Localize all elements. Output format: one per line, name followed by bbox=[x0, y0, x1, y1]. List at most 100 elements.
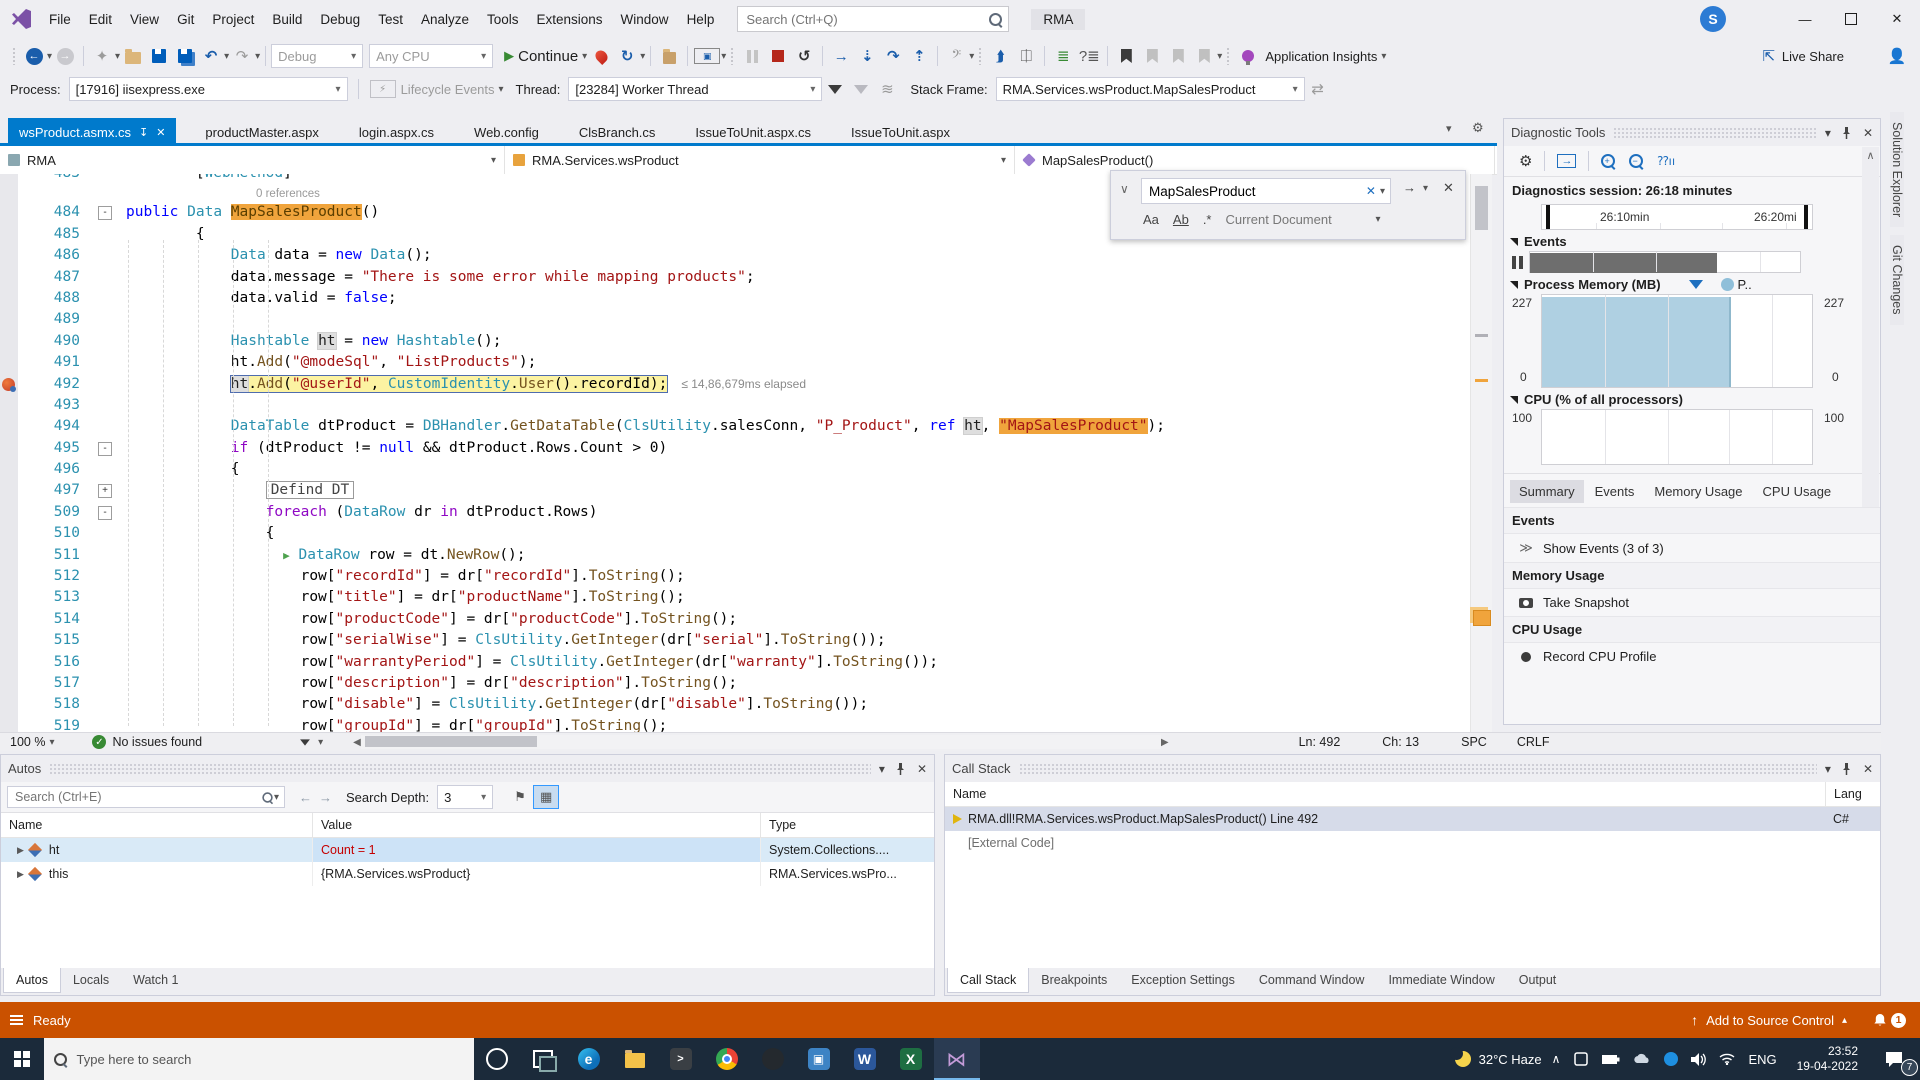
background-tasks-icon[interactable] bbox=[10, 1013, 23, 1027]
regex-toggle[interactable]: .* bbox=[1203, 212, 1212, 227]
fold-margin[interactable] bbox=[90, 630, 126, 651]
tab-ClsBranch.cs[interactable]: ClsBranch.cs bbox=[568, 118, 667, 146]
breakpoint-margin[interactable] bbox=[0, 202, 18, 223]
rotation-lock-icon[interactable] bbox=[1573, 1052, 1589, 1066]
live-share-icon[interactable]: ⇱ bbox=[1757, 43, 1781, 69]
file-explorer-icon[interactable] bbox=[612, 1038, 658, 1080]
code-line[interactable]: 495- if (dtProduct != null && dtProduct.… bbox=[0, 438, 1470, 459]
frame-name-cell[interactable]: [External Code] bbox=[945, 831, 1825, 855]
breakpoint-margin[interactable] bbox=[0, 609, 18, 630]
open-file-icon[interactable] bbox=[121, 43, 145, 69]
tab-wsProduct.asmx.cs[interactable]: wsProduct.asmx.cs↧✕ bbox=[8, 118, 176, 146]
callstack-row[interactable]: [External Code] bbox=[945, 831, 1880, 855]
minimize-button[interactable]: — bbox=[1782, 0, 1828, 38]
suspend-threads-icon[interactable]: ≋ bbox=[875, 76, 899, 102]
breakpoint-margin[interactable] bbox=[0, 245, 18, 266]
find-scope-dropdown[interactable]: Current Document bbox=[1225, 212, 1375, 227]
diagnostic-tools-titlebar[interactable]: Diagnostic Tools ▾ ✕ bbox=[1504, 119, 1880, 146]
breakpoint-margin[interactable] bbox=[0, 673, 18, 694]
clear-search-icon[interactable]: ✕ bbox=[1366, 184, 1376, 198]
collapsed-region[interactable]: Defind DT bbox=[266, 481, 355, 499]
stop-debugging-icon[interactable] bbox=[766, 43, 790, 69]
perf-tip[interactable]: ≤ 14,86,679ms elapsed bbox=[681, 377, 806, 391]
summary-action[interactable]: Take Snapshot bbox=[1504, 588, 1880, 616]
navigate-back-dropdown[interactable]: ▾ bbox=[47, 51, 52, 62]
editor-vertical-scrollbar[interactable] bbox=[1470, 174, 1492, 732]
autos-name-cell[interactable]: ▶this bbox=[1, 862, 313, 886]
fold-margin[interactable] bbox=[90, 523, 126, 544]
menu-file[interactable]: File bbox=[40, 12, 80, 27]
fold-margin[interactable] bbox=[90, 224, 126, 245]
timeline-ruler[interactable]: 26:10min 26:20mi bbox=[1541, 204, 1813, 230]
redo-icon[interactable]: ↷ bbox=[230, 43, 254, 69]
code-line[interactable]: 510 { bbox=[0, 523, 1470, 544]
continue-button[interactable]: ▶ Continue ▾ bbox=[504, 43, 587, 69]
menu-test[interactable]: Test bbox=[369, 12, 412, 27]
autos-row[interactable]: ▶this{RMA.Services.wsProduct}RMA.Service… bbox=[1, 862, 934, 886]
zoom-in-icon[interactable]: + bbox=[1601, 154, 1615, 168]
breakpoint-margin[interactable] bbox=[0, 545, 18, 566]
undo-dropdown[interactable]: ▾ bbox=[224, 51, 229, 62]
timeline-marker[interactable] bbox=[1804, 205, 1808, 229]
menu-extensions[interactable]: Extensions bbox=[528, 12, 612, 27]
fold-margin[interactable]: - bbox=[90, 502, 126, 523]
edge-icon[interactable]: e bbox=[566, 1038, 612, 1080]
breakpoint-margin[interactable] bbox=[0, 374, 18, 395]
fold-margin[interactable] bbox=[90, 184, 126, 202]
code-line[interactable]: 509- foreach (DataRow dr in dtProduct.Ro… bbox=[0, 502, 1470, 523]
immediate-window-icon[interactable]: ?≣ bbox=[1077, 43, 1101, 69]
code-line[interactable]: 515 row["serialWise"] = ClsUtility.GetIn… bbox=[0, 630, 1470, 651]
tab-productMaster.aspx[interactable]: productMaster.aspx bbox=[194, 118, 329, 146]
quick-search[interactable] bbox=[737, 6, 1009, 32]
word-icon[interactable]: W bbox=[842, 1038, 888, 1080]
breadcrumb-segment[interactable]: RMA.Services.wsProduct▾ bbox=[505, 146, 1015, 174]
collapse-icon[interactable]: - bbox=[98, 506, 112, 520]
frame-lang-cell[interactable]: C# bbox=[1825, 807, 1880, 831]
panel-tab-command-window[interactable]: Command Window bbox=[1247, 968, 1377, 992]
cpu-chart[interactable] bbox=[1541, 409, 1813, 465]
next-bookmark-icon[interactable] bbox=[1166, 43, 1190, 69]
break-all-icon[interactable] bbox=[740, 43, 764, 69]
solution-platform-dropdown[interactable]: Any CPU▾ bbox=[369, 44, 493, 68]
window-position-dropdown[interactable]: ▾ bbox=[1825, 126, 1831, 140]
close-icon[interactable]: ✕ bbox=[1863, 762, 1873, 776]
search-history-dropdown[interactable]: ▾ bbox=[1380, 186, 1385, 197]
maximize-button[interactable] bbox=[1828, 0, 1874, 38]
panel-tab-breakpoints[interactable]: Breakpoints bbox=[1029, 968, 1119, 992]
code-line[interactable]: 490 Hashtable ht = new Hashtable(); bbox=[0, 331, 1470, 352]
editor-zoom-dropdown[interactable]: 100 % bbox=[10, 735, 45, 749]
bookmark-icon[interactable] bbox=[1114, 43, 1138, 69]
panel-tab-exception-settings[interactable]: Exception Settings bbox=[1119, 968, 1247, 992]
autos-type-cell[interactable]: RMA.Services.wsPro... bbox=[761, 862, 934, 886]
diag-tab-events[interactable]: Events bbox=[1586, 480, 1644, 503]
onedrive-icon[interactable] bbox=[1633, 1053, 1651, 1065]
undo-icon[interactable]: ↶ bbox=[199, 43, 223, 69]
reset-view-icon[interactable]: ⁇ıı bbox=[1657, 154, 1675, 168]
find-expand-chevron-icon[interactable]: ∨ bbox=[1120, 182, 1129, 196]
code-line[interactable]: 494 DataTable dtProduct = DBHandler.GetD… bbox=[0, 416, 1470, 437]
output-window-icon[interactable]: ≣ bbox=[1051, 43, 1075, 69]
close-icon[interactable]: ✕ bbox=[1863, 126, 1873, 140]
diag-tab-memory-usage[interactable]: Memory Usage bbox=[1645, 480, 1751, 503]
find-input-box[interactable]: ✕ ▾ bbox=[1141, 178, 1391, 204]
fold-margin[interactable]: - bbox=[90, 438, 126, 459]
breakpoint-margin[interactable] bbox=[0, 523, 18, 544]
breakpoint-margin[interactable] bbox=[0, 587, 18, 608]
code-line[interactable]: 511 ▶ DataRow row = dt.NewRow(); bbox=[0, 545, 1470, 566]
scrollbar-thumb[interactable] bbox=[1475, 186, 1488, 230]
code-line[interactable]: 492 ht.Add("@userId", CustomIdentity.Use… bbox=[0, 374, 1470, 395]
excel-icon[interactable]: X bbox=[888, 1038, 934, 1080]
close-find-icon[interactable]: ✕ bbox=[1443, 180, 1454, 196]
autos-search-input[interactable] bbox=[13, 789, 261, 805]
panel-tab-autos[interactable]: Autos bbox=[3, 968, 61, 993]
fold-margin[interactable] bbox=[90, 459, 126, 480]
fold-margin[interactable] bbox=[90, 545, 126, 566]
fold-margin[interactable] bbox=[90, 673, 126, 694]
code-line[interactable]: 516 row["warrantyPeriod"] = ClsUtility.G… bbox=[0, 652, 1470, 673]
side-tab-git-changes[interactable]: Git Changes bbox=[1890, 235, 1904, 324]
tab-login.aspx.cs[interactable]: login.aspx.cs bbox=[348, 118, 445, 146]
tab-Web.config[interactable]: Web.config bbox=[463, 118, 550, 146]
close-icon[interactable]: ✕ bbox=[917, 762, 927, 776]
fold-margin[interactable]: - bbox=[90, 202, 126, 223]
memory-section-header[interactable]: Process Memory (MB) P.. bbox=[1504, 273, 1880, 294]
